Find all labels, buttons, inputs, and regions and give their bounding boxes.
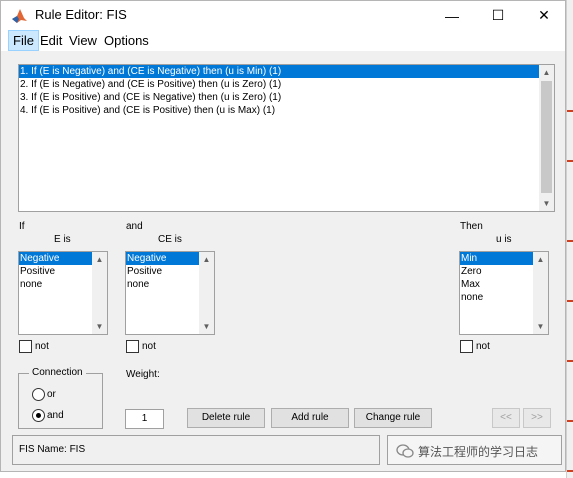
and-label: and [126,221,143,232]
list-item[interactable]: Negative [126,252,199,265]
close-button[interactable]: ✕ [521,1,567,30]
scroll-down-icon[interactable]: ▼ [539,196,554,211]
menu-file[interactable]: File [8,30,39,51]
u-not-checkbox[interactable] [460,340,473,353]
editor-panel: 1. If (E is Negative) and (CE is Negativ… [1,51,565,471]
rule-item[interactable]: 4. If (E is Positive) and (CE is Positiv… [19,104,554,117]
connection-group: Connection or and [18,367,103,429]
e-list-scrollbar[interactable]: ▲ ▼ [92,252,107,334]
close-icon: ✕ [538,7,550,23]
not-label: not [476,341,490,352]
then-label: Then [460,221,483,232]
or-radio[interactable] [32,388,45,401]
ce-membership-list[interactable]: Negative Positive none ▲ ▼ [125,251,215,335]
weight-input[interactable]: 1 [125,409,164,429]
scroll-down-icon[interactable]: ▼ [533,319,548,334]
connection-legend: Connection [29,367,86,378]
fis-name-text: FIS Name: FIS [19,444,86,455]
scroll-down-icon[interactable]: ▼ [92,319,107,334]
and-radio[interactable] [32,409,45,422]
weight-label: Weight: [126,369,160,380]
background-mark [567,240,573,242]
list-item[interactable]: Min [460,252,533,265]
minimize-icon: — [445,7,459,24]
minimize-button[interactable]: — [429,1,475,30]
ce-label: CE is [158,234,182,245]
scroll-thumb[interactable] [541,81,552,193]
rule-item[interactable]: 1. If (E is Negative) and (CE is Negativ… [19,65,539,78]
rule-item[interactable]: 3. If (E is Positive) and (CE is Negativ… [19,91,554,104]
background-mark [567,160,573,162]
not-label: not [35,341,49,352]
or-label: or [47,389,56,400]
fis-name-status: FIS Name: FIS [12,435,380,465]
and-radio-label: and [47,410,64,421]
previous-button[interactable]: << [492,408,520,428]
menu-view[interactable]: View [65,30,101,51]
scroll-down-icon[interactable]: ▼ [199,319,214,334]
rules-scrollbar[interactable]: ▲ ▼ [539,65,554,211]
maximize-button[interactable]: ☐ [475,1,521,30]
watermark-text: 算法工程师的学习日志 [418,445,539,459]
e-not-checkbox[interactable] [19,340,32,353]
wechat-icon [396,444,414,458]
matlab-logo-icon [12,9,27,23]
ce-list-scrollbar[interactable]: ▲ ▼ [199,252,214,334]
list-item[interactable]: Negative [19,252,92,265]
maximize-icon: ☐ [491,7,505,23]
change-rule-button[interactable]: Change rule [354,408,432,428]
menu-options[interactable]: Options [100,30,153,51]
ce-not-checkbox[interactable] [126,340,139,353]
add-rule-button[interactable]: Add rule [271,408,349,428]
rules-list[interactable]: 1. If (E is Negative) and (CE is Negativ… [18,64,555,212]
not-label: not [142,341,156,352]
menu-bar: File Edit View Options [1,30,565,51]
background-mark [567,300,573,302]
u-membership-list[interactable]: Min Zero Max none ▲ ▼ [459,251,549,335]
window-title: Rule Editor: FIS [35,7,127,22]
rule-item[interactable]: 2. If (E is Negative) and (CE is Positiv… [19,78,554,91]
u-list-scrollbar[interactable]: ▲ ▼ [533,252,548,334]
scroll-up-icon[interactable]: ▲ [539,65,554,80]
background-mark [567,110,573,112]
delete-rule-button[interactable]: Delete rule [187,408,265,428]
title-bar: Rule Editor: FIS — ☐ ✕ [1,1,565,30]
menu-edit[interactable]: Edit [36,30,66,51]
u-label: u is [496,234,512,245]
background-mark [567,420,573,422]
if-label: If [19,221,25,232]
rule-editor-window: Rule Editor: FIS — ☐ ✕ File Edit View Op… [0,0,566,472]
e-membership-list[interactable]: Negative Positive none ▲ ▼ [18,251,108,335]
background-window-edge [566,0,573,478]
scroll-up-icon[interactable]: ▲ [533,252,548,267]
watermark-panel: 算法工程师的学习日志 [387,435,562,465]
e-label: E is [54,234,71,245]
next-button[interactable]: >> [523,408,551,428]
background-mark [567,360,573,362]
scroll-up-icon[interactable]: ▲ [199,252,214,267]
background-mark [567,470,573,472]
scroll-up-icon[interactable]: ▲ [92,252,107,267]
